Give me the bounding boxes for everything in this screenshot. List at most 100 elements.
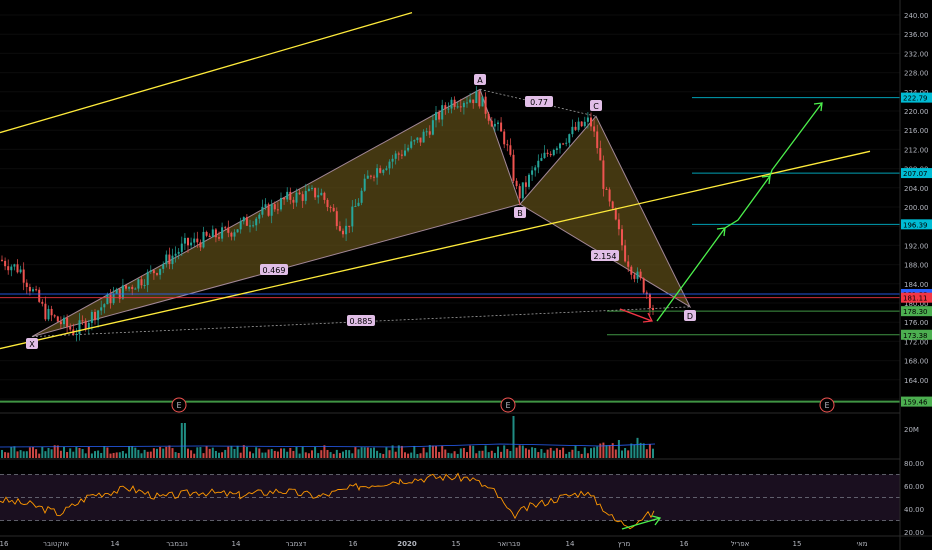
volume-bar bbox=[283, 448, 286, 458]
volume-bar bbox=[617, 439, 620, 458]
candle-body bbox=[134, 288, 137, 290]
candle-body bbox=[630, 266, 633, 275]
volume-bar bbox=[270, 448, 273, 458]
volume-bar bbox=[174, 452, 177, 458]
candle-body bbox=[642, 278, 645, 293]
volume-bar bbox=[555, 448, 558, 458]
price-tick-label: 164.00 bbox=[904, 377, 929, 385]
price-tick-label: 236.00 bbox=[904, 31, 929, 39]
volume-bar bbox=[143, 449, 146, 458]
volume-bar bbox=[484, 445, 487, 458]
volume-bar bbox=[450, 453, 453, 458]
candle-body bbox=[233, 232, 236, 237]
time-axis-label: 15 bbox=[793, 540, 802, 548]
volume-bar bbox=[140, 453, 143, 458]
price-chart[interactable]: 240.00236.00232.00228.00224.00220.00216.… bbox=[0, 0, 932, 550]
candle-body bbox=[497, 122, 499, 124]
candle-body bbox=[255, 218, 258, 226]
volume-bar bbox=[366, 447, 369, 458]
candle-body bbox=[106, 294, 109, 305]
volume-bar bbox=[286, 451, 289, 458]
candle-body bbox=[252, 225, 255, 227]
volume-bar bbox=[512, 416, 515, 458]
volume-bar bbox=[128, 446, 131, 458]
candle-body bbox=[44, 303, 47, 320]
volume-bar bbox=[565, 453, 568, 458]
price-tag-label: 159.46 bbox=[903, 399, 928, 407]
candle-body bbox=[276, 209, 279, 211]
candle-body bbox=[617, 219, 620, 230]
candle-body bbox=[245, 217, 248, 226]
candle-body bbox=[388, 161, 391, 169]
candle-body bbox=[261, 206, 264, 215]
rsi-tick-label: 40.00 bbox=[904, 506, 924, 514]
volume-bar bbox=[360, 447, 363, 458]
volume-bar bbox=[211, 447, 214, 458]
volume-bar bbox=[50, 449, 53, 458]
volume-bar bbox=[307, 453, 310, 458]
candle-body bbox=[50, 308, 53, 316]
candle-body bbox=[531, 170, 534, 175]
volume-bar bbox=[596, 446, 599, 458]
volume-bar bbox=[1, 449, 3, 458]
candle-body bbox=[565, 142, 568, 144]
volume-bar bbox=[280, 448, 282, 458]
candle-body bbox=[639, 271, 642, 279]
candle-body bbox=[546, 152, 549, 154]
volume-bar bbox=[590, 448, 592, 458]
candle-body bbox=[125, 285, 127, 289]
volume-bar bbox=[301, 446, 304, 458]
candle-body bbox=[320, 192, 323, 196]
volume-bar bbox=[549, 447, 552, 458]
volume-bar bbox=[227, 446, 230, 458]
event-marker-label: E bbox=[176, 401, 181, 410]
candle-body bbox=[143, 284, 146, 286]
candle-body bbox=[205, 231, 208, 236]
volume-bar bbox=[267, 449, 270, 458]
volume-bar bbox=[537, 452, 540, 458]
volume-bar bbox=[53, 445, 56, 458]
volume-bar bbox=[7, 452, 10, 458]
candle-body bbox=[115, 289, 118, 294]
candle-body bbox=[56, 316, 59, 322]
candle-body bbox=[422, 131, 425, 143]
volume-bar bbox=[59, 450, 62, 458]
volume-bar bbox=[608, 444, 611, 458]
volume-bar bbox=[304, 452, 307, 458]
volume-bar bbox=[255, 447, 258, 458]
candle-body bbox=[373, 176, 375, 178]
volume-bar bbox=[326, 449, 329, 458]
pattern-ratio-label: 0.469 bbox=[263, 266, 286, 275]
volume-bar bbox=[568, 451, 571, 458]
time-axis-label: מרץ bbox=[618, 540, 631, 548]
candle-body bbox=[84, 320, 87, 329]
volume-bar bbox=[289, 447, 292, 458]
volume-bar bbox=[81, 449, 84, 458]
time-axis-label: 16 bbox=[349, 540, 358, 548]
price-axis[interactable]: 240.00236.00232.00228.00224.00220.00216.… bbox=[899, 0, 932, 550]
volume-bar bbox=[404, 452, 406, 458]
volume-bar bbox=[149, 451, 152, 458]
event-marker-label: E bbox=[824, 401, 829, 410]
candle-body bbox=[453, 99, 456, 107]
volume-bar bbox=[156, 448, 158, 458]
candle-body bbox=[562, 143, 565, 145]
candle-body bbox=[391, 158, 394, 162]
volume-bar bbox=[524, 448, 527, 458]
candle-body bbox=[335, 211, 338, 227]
candle-body bbox=[648, 294, 651, 308]
volume-bar bbox=[428, 445, 431, 458]
candle-body bbox=[385, 168, 388, 170]
candle-body bbox=[211, 229, 214, 238]
volume-bar bbox=[621, 450, 623, 458]
volume-bar bbox=[4, 452, 7, 458]
volume-bar bbox=[35, 449, 38, 458]
volume-bar bbox=[419, 453, 422, 458]
volume-bar bbox=[159, 446, 162, 458]
price-tag-label: 181.11 bbox=[903, 295, 928, 303]
candle-body bbox=[503, 131, 506, 145]
volume-bar bbox=[648, 444, 651, 458]
volume-bar bbox=[298, 453, 301, 458]
candle-body bbox=[627, 261, 630, 267]
candle-body bbox=[602, 160, 605, 189]
